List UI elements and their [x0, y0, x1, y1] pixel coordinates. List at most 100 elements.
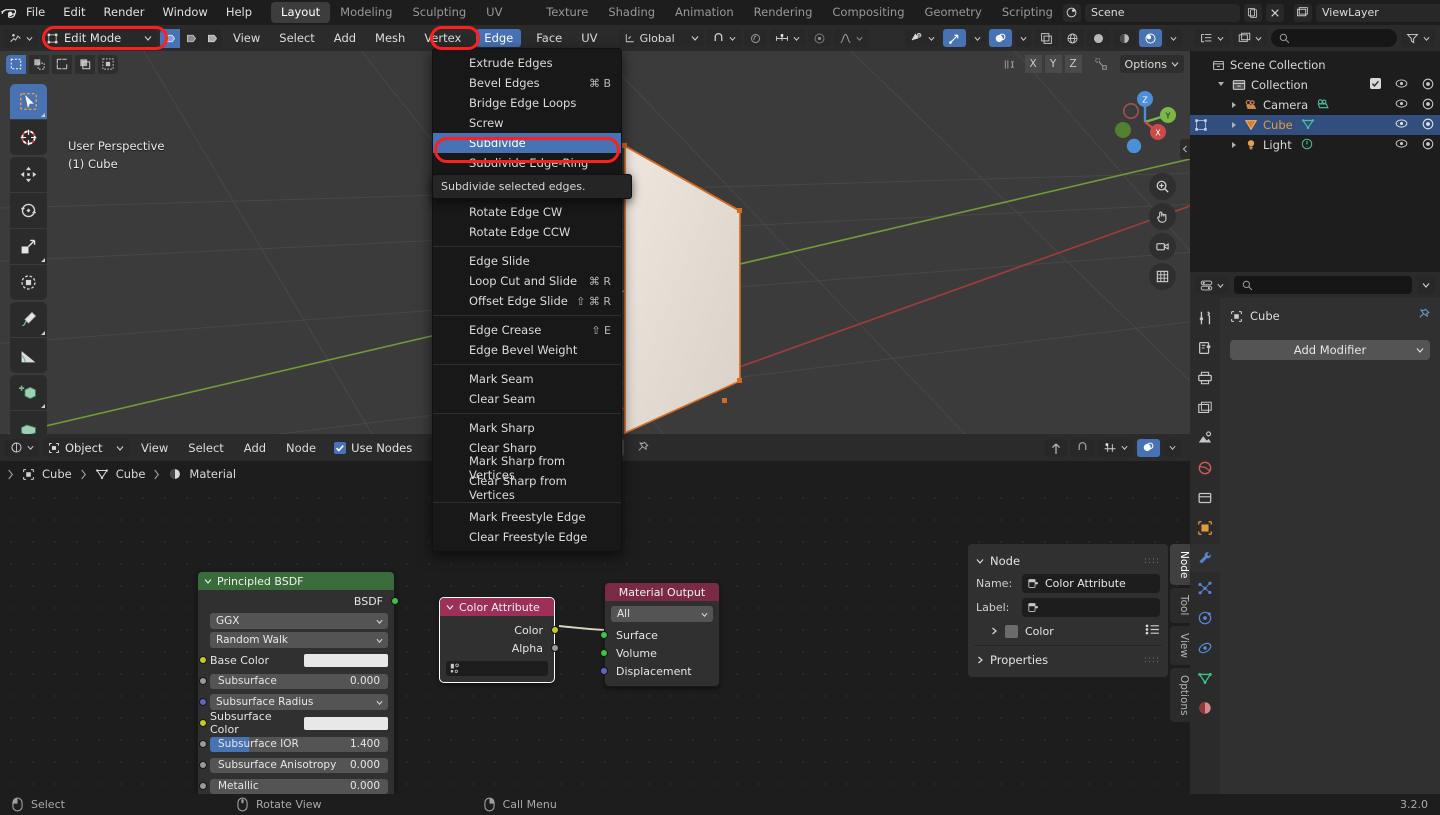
- measure-tool-icon[interactable]: [10, 338, 47, 373]
- properties-editor-type-icon[interactable]: [1195, 276, 1229, 294]
- shader-type-selector[interactable]: Object: [43, 438, 129, 457]
- tweak-select-tool-icon[interactable]: [10, 84, 47, 119]
- node-dropdown-distribution[interactable]: GGX: [210, 613, 388, 629]
- delete-scene-icon[interactable]: [1265, 3, 1284, 22]
- node-color-swatch-base-color[interactable]: [304, 653, 388, 667]
- properties-options-chevron-icon[interactable]: [1417, 276, 1435, 294]
- cube-visibility-eye-icon[interactable]: [1395, 118, 1408, 132]
- sidebar-tab-options[interactable]: Options: [1170, 667, 1190, 723]
- camera-visibility-eye-icon[interactable]: [1395, 98, 1408, 112]
- sidebar-panel-header-node[interactable]: Node ::::: [968, 550, 1168, 572]
- outliner-display-mode-icon[interactable]: [1233, 29, 1267, 47]
- node-color-row[interactable]: Color: [976, 622, 1160, 642]
- panel-grip-icon[interactable]: ::::: [1144, 556, 1160, 566]
- menu-item-edge-slide[interactable]: Edge Slide: [433, 251, 621, 271]
- edge-menu-dropdown[interactable]: Extrude Edges Bevel Edges ⌘ B Bridge Edge…: [432, 48, 622, 552]
- menu-render[interactable]: Render: [95, 0, 154, 25]
- menu-item-edge-crease[interactable]: Edge Crease ⇧ E: [433, 320, 621, 340]
- node-header-material-output[interactable]: Material Output: [605, 583, 719, 601]
- menu-item-mark-sharp[interactable]: Mark Sharp: [433, 418, 621, 438]
- scale-tool-icon[interactable]: [10, 229, 47, 264]
- node-output-color[interactable]: Color: [440, 621, 559, 639]
- shader-overlays-icon[interactable]: [1137, 438, 1160, 457]
- viewport-menu-view[interactable]: View: [225, 25, 268, 51]
- sidebar-expand-arrow-icon[interactable]: [1180, 139, 1190, 159]
- blender-logo-icon[interactable]: [0, 0, 17, 25]
- shader-snap-target-icon[interactable]: [1098, 438, 1133, 457]
- cube-render-icon[interactable]: [1422, 118, 1434, 133]
- node-input-displacement[interactable]: Displacement: [600, 662, 719, 680]
- shader-snap-magnet-icon[interactable]: [1071, 438, 1094, 457]
- socket-subsurface-anisotropy[interactable]: [199, 761, 207, 769]
- node-output-alpha[interactable]: Alpha: [440, 639, 559, 657]
- zoom-view-icon[interactable]: [1149, 173, 1176, 200]
- sidebar-tab-node[interactable]: Node: [1170, 544, 1190, 586]
- socket-bsdf[interactable]: [391, 597, 399, 605]
- show-overlays-icon[interactable]: [989, 29, 1012, 47]
- node-color-presets-icon[interactable]: [1145, 624, 1160, 638]
- properties-tab-data[interactable]: [1190, 664, 1220, 692]
- node-principled-bsdf[interactable]: Principled BSDF BSDF GGX Random Walk Bas…: [197, 571, 399, 794]
- shading-wireframe-icon[interactable]: [1061, 29, 1084, 47]
- workspace-tab-shading[interactable]: Shading: [598, 2, 665, 23]
- use-nodes-checkbox[interactable]: Use Nodes: [334, 441, 412, 455]
- scene-name-field[interactable]: Scene: [1084, 3, 1240, 22]
- camera-render-icon[interactable]: [1422, 98, 1434, 113]
- properties-tab-render[interactable]: [1190, 334, 1220, 362]
- pin-material-icon[interactable]: [630, 438, 654, 457]
- socket-metallic[interactable]: [199, 782, 207, 790]
- menu-item-clear-seam[interactable]: Clear Seam: [433, 389, 621, 409]
- add-modifier-button[interactable]: Add Modifier: [1230, 340, 1430, 360]
- outliner-row-cube[interactable]: Cube: [1190, 115, 1440, 135]
- breadcrumb-mesh-name[interactable]: Cube: [116, 467, 146, 481]
- properties-tab-view-layer[interactable]: [1190, 394, 1220, 422]
- editor-type-selector[interactable]: [4, 29, 38, 47]
- menu-item-edge-bevel-weight[interactable]: Edge Bevel Weight: [433, 340, 621, 360]
- proportional-edit-icon[interactable]: [743, 29, 767, 47]
- panel-chevron-right-icon[interactable]: [990, 627, 998, 635]
- mirror-x-button[interactable]: X: [1024, 55, 1042, 73]
- properties-tab-constraints[interactable]: [1190, 634, 1220, 662]
- outliner-row-camera[interactable]: Camera: [1190, 95, 1440, 115]
- shading-material-icon[interactable]: [1113, 29, 1136, 47]
- sidebar-tab-view[interactable]: View: [1170, 625, 1190, 665]
- outliner-search-input[interactable]: [1271, 29, 1397, 47]
- socket-subsurface[interactable]: [199, 677, 207, 685]
- proportional-falloff-dot-icon[interactable]: [807, 29, 831, 47]
- node-dropdown-target[interactable]: All: [611, 606, 713, 622]
- edge-select-icon[interactable]: [181, 28, 201, 48]
- node-name-input[interactable]: Color Attribute: [1022, 574, 1160, 593]
- node-color-attribute-field[interactable]: [446, 661, 548, 676]
- workspace-tab-geometry-nodes[interactable]: Geometry Nodes: [915, 2, 992, 40]
- node-color-swatch-subsurface-color[interactable]: [304, 716, 388, 730]
- shading-options-chevron-icon[interactable]: [1165, 29, 1182, 47]
- properties-tab-physics[interactable]: [1190, 604, 1220, 632]
- light-render-icon[interactable]: [1422, 138, 1434, 153]
- workspace-tab-rendering[interactable]: Rendering: [744, 2, 823, 23]
- socket-alpha-out[interactable]: [551, 644, 559, 652]
- shading-rendered-icon[interactable]: [1139, 29, 1162, 47]
- falloff-curve-icon[interactable]: [833, 29, 868, 47]
- shader-menu-node[interactable]: Node: [278, 435, 324, 461]
- interaction-mode-selector[interactable]: Edit Mode: [41, 28, 157, 48]
- node-input-volume[interactable]: Volume: [600, 644, 719, 662]
- select-intersect-icon[interactable]: [75, 54, 95, 74]
- viewport-menu-mesh[interactable]: Mesh: [367, 25, 413, 51]
- node-collapse-chevron-icon[interactable]: [446, 603, 454, 611]
- collection-checkbox[interactable]: [1370, 78, 1381, 92]
- mirror-options-icon[interactable]: [998, 55, 1022, 73]
- gizmo-options-chevron-icon[interactable]: [969, 29, 986, 47]
- properties-tab-particles[interactable]: [1190, 574, 1220, 602]
- node-input-subsurface[interactable]: Subsurface 0.000: [199, 672, 388, 690]
- outliner-row-scene-collection[interactable]: Scene Collection: [1190, 55, 1440, 75]
- new-scene-icon[interactable]: [1243, 3, 1262, 22]
- menu-item-rotate-edge-cw[interactable]: Rotate Edge CW: [433, 202, 621, 222]
- panel-chevron-down-icon[interactable]: [976, 557, 984, 565]
- menu-item-extrude-edges[interactable]: Extrude Edges: [433, 53, 621, 73]
- select-subtract-icon[interactable]: [52, 54, 72, 74]
- viewport-menu-select[interactable]: Select: [271, 25, 322, 51]
- node-dropdown-subsurface-method[interactable]: Random Walk: [210, 632, 388, 648]
- breadcrumb-object-name[interactable]: Cube: [42, 467, 72, 481]
- workspace-tab-layout[interactable]: Layout: [271, 2, 331, 23]
- properties-tab-output[interactable]: [1190, 364, 1220, 392]
